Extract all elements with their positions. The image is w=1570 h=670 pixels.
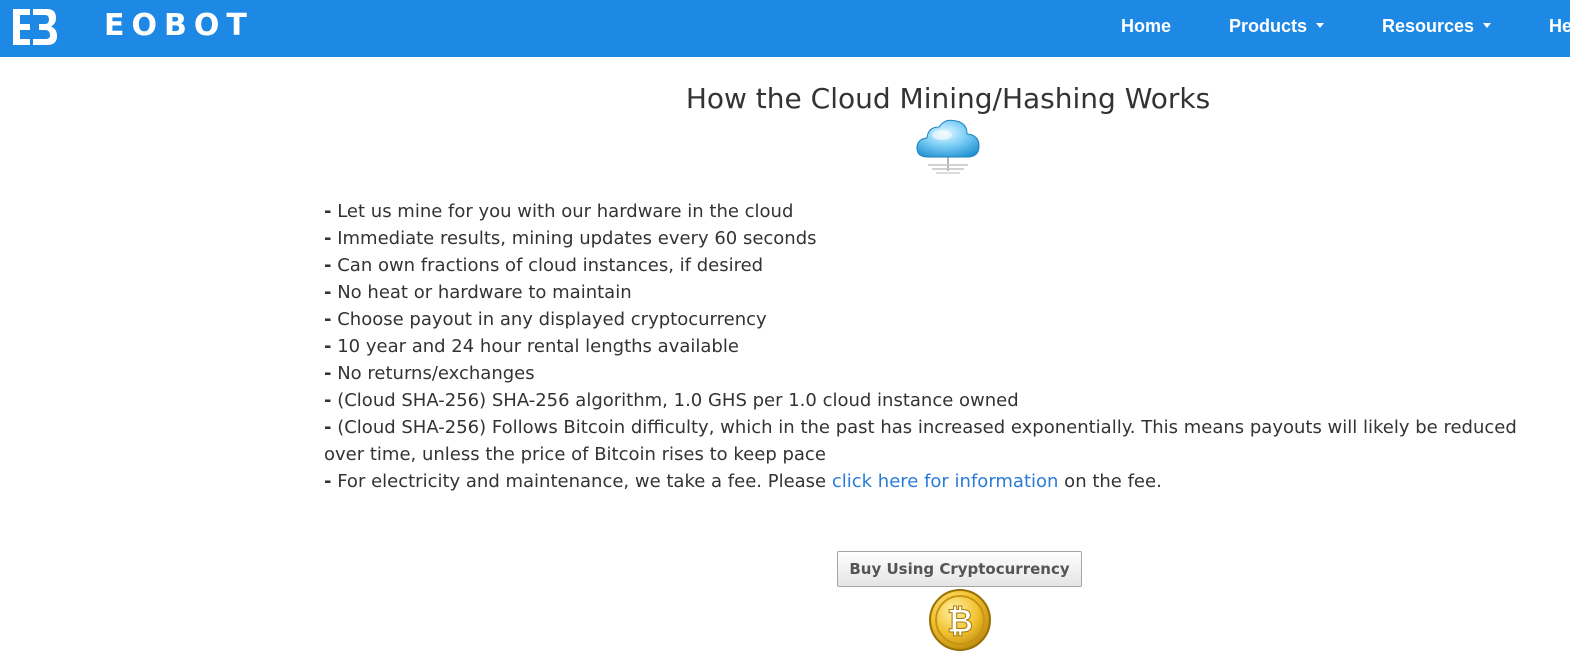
feature-text: (Cloud SHA-256) SHA-256 algorithm, 1.0 G…	[337, 390, 1019, 411]
feature-list: - Let us mine for you with our hardware …	[324, 198, 1554, 495]
list-item: - Let us mine for you with our hardware …	[324, 198, 1554, 225]
feature-text: No heat or hardware to maintain	[337, 282, 632, 303]
nav-home-label: Home	[1121, 16, 1172, 36]
svg-text:₿: ₿	[947, 602, 973, 640]
nav-products-label: Products	[1229, 16, 1308, 36]
feature-text: (Cloud SHA-256) Follows Bitcoin difficul…	[324, 417, 1517, 465]
fee-note-text: For electricity and maintenance, we take…	[337, 471, 832, 492]
fee-note: - For electricity and maintenance, we ta…	[324, 468, 1554, 495]
chevron-down-icon	[1483, 22, 1492, 28]
top-navbar: EOBOT Home Products Resources He	[0, 0, 1570, 57]
list-item: - Choose payout in any displayed cryptoc…	[324, 306, 1554, 333]
list-bullet: -	[324, 255, 332, 276]
feature-text: Can own fractions of cloud instances, if…	[337, 255, 764, 276]
cloud-icon	[916, 119, 980, 174]
list-bullet: -	[324, 471, 332, 492]
bitcoin-icon[interactable]: ₿	[928, 588, 992, 652]
list-bullet: -	[324, 336, 332, 357]
list-bullet: -	[324, 390, 332, 411]
list-bullet: -	[324, 201, 332, 222]
list-bullet: -	[324, 228, 332, 249]
nav-home[interactable]: Home	[1121, 15, 1171, 37]
fee-note-suffix: on the fee.	[1058, 471, 1162, 492]
page-title: How the Cloud Mining/Hashing Works	[685, 82, 1211, 115]
list-item: - No returns/exchanges	[324, 360, 1554, 387]
feature-text: Immediate results, mining updates every …	[337, 228, 817, 249]
list-item: - No heat or hardware to maintain	[324, 279, 1554, 306]
list-bullet: -	[324, 417, 332, 438]
chevron-down-icon	[1316, 22, 1325, 28]
list-bullet: -	[324, 309, 332, 330]
nav-help-label: He	[1549, 16, 1570, 36]
feature-text: Choose payout in any displayed cryptocur…	[337, 309, 767, 330]
list-item: - (Cloud SHA-256) SHA-256 algorithm, 1.0…	[324, 387, 1554, 414]
nav-products[interactable]: Products	[1229, 15, 1325, 37]
list-bullet: -	[324, 363, 332, 384]
buy-crypto-button[interactable]: Buy Using Cryptocurrency	[837, 551, 1082, 587]
list-bullet: -	[324, 282, 332, 303]
list-item: - (Cloud SHA-256) Follows Bitcoin diffic…	[324, 414, 1554, 468]
nav-resources[interactable]: Resources	[1382, 15, 1492, 37]
fee-info-link[interactable]: click here for information	[832, 471, 1059, 492]
feature-text: 10 year and 24 hour rental lengths avail…	[337, 336, 739, 357]
feature-text: Let us mine for you with our hardware in…	[337, 201, 794, 222]
list-item: - Immediate results, mining updates ever…	[324, 225, 1554, 252]
feature-text: No returns/exchanges	[337, 363, 535, 384]
brand-name[interactable]: EOBOT	[104, 10, 254, 42]
eobot-logo-icon[interactable]	[13, 9, 57, 45]
nav-help[interactable]: He	[1549, 15, 1570, 37]
list-item: - 10 year and 24 hour rental lengths ava…	[324, 333, 1554, 360]
list-item: - Can own fractions of cloud instances, …	[324, 252, 1554, 279]
nav-resources-label: Resources	[1382, 16, 1475, 36]
